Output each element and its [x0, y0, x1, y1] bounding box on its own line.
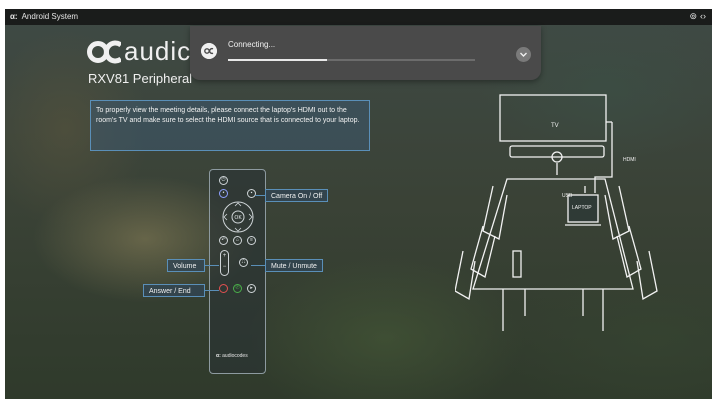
- progress-bar: [228, 59, 475, 61]
- camera-callout: Camera On / Off: [265, 189, 329, 202]
- usb-label: USB: [562, 193, 573, 199]
- remote-brand: α: audiocodes: [216, 353, 248, 359]
- dpad-icon: OK: [222, 201, 254, 233]
- status-bar-icons: ⊚ ‹›: [689, 11, 706, 22]
- mute-icon: ⎍: [239, 258, 248, 267]
- audiocodes-logo-icon: [87, 40, 121, 63]
- power-icon: ⏻: [219, 176, 228, 185]
- status-bar-app: α: Android System: [10, 12, 78, 21]
- remote-control: ⏻ • ▪ OK ↶ ⌂ ≡ + − ⎍ ⌒ ✆ ▸ α: audiocodes: [209, 169, 266, 374]
- device-subtitle: RXV81 Peripheral: [88, 71, 193, 86]
- volume-callout: Volume: [167, 259, 205, 272]
- answer-callout: Answer / End: [143, 284, 205, 297]
- link-icon: ⊚: [689, 11, 697, 21]
- notification-title: Connecting...: [228, 40, 276, 49]
- status-bar: α: Android System ⊚ ‹›: [5, 9, 712, 25]
- expand-button[interactable]: [516, 47, 531, 62]
- remote-brand-text: audiocodes: [222, 353, 248, 359]
- audiocodes-logo-icon: α:: [216, 353, 221, 359]
- laptop-label: LAPTOP: [572, 205, 592, 211]
- home-icon: ⌂: [233, 236, 242, 245]
- brand-wordmark: audic: [124, 36, 192, 66]
- connecting-notification[interactable]: Connecting...: [190, 26, 541, 80]
- room-diagram-drawing: [454, 94, 658, 331]
- volume-callout-line: [205, 265, 219, 266]
- volume-rocker-icon: + −: [220, 250, 229, 276]
- mute-callout: Mute / Unmute: [265, 259, 323, 272]
- room-diagram: TV HDMI USB LAPTOP: [454, 91, 685, 341]
- brand-logo: audic: [87, 36, 191, 67]
- mute-callout-line: [251, 265, 265, 266]
- play-icon: ▸: [247, 284, 256, 293]
- answer-callout-line: [205, 290, 219, 291]
- audiocodes-logo-icon: [201, 43, 217, 59]
- audiocodes-logo-icon: α:: [10, 12, 18, 21]
- code-icon: ‹›: [700, 11, 706, 21]
- chevron-down-icon: [520, 52, 527, 57]
- answer-call-icon: ✆: [233, 284, 242, 293]
- screen: α: Android System ⊚ ‹› audic RXV81 Perip…: [5, 9, 712, 399]
- svg-text:OK: OK: [234, 215, 242, 221]
- tv-label: TV: [551, 123, 559, 129]
- back-icon: ↶: [219, 236, 228, 245]
- status-bar-app-name: Android System: [21, 12, 79, 21]
- hdmi-label: HDMI: [623, 157, 636, 163]
- menu-icon: ≡: [247, 236, 256, 245]
- progress-fill: [228, 59, 327, 61]
- camera-callout-line: [255, 195, 265, 196]
- camera-button-icon: ▪: [247, 189, 256, 198]
- end-call-icon: ⌒: [219, 284, 228, 293]
- instructions-box: To properly view the meeting details, pl…: [90, 100, 370, 151]
- teams-icon: •: [219, 189, 228, 198]
